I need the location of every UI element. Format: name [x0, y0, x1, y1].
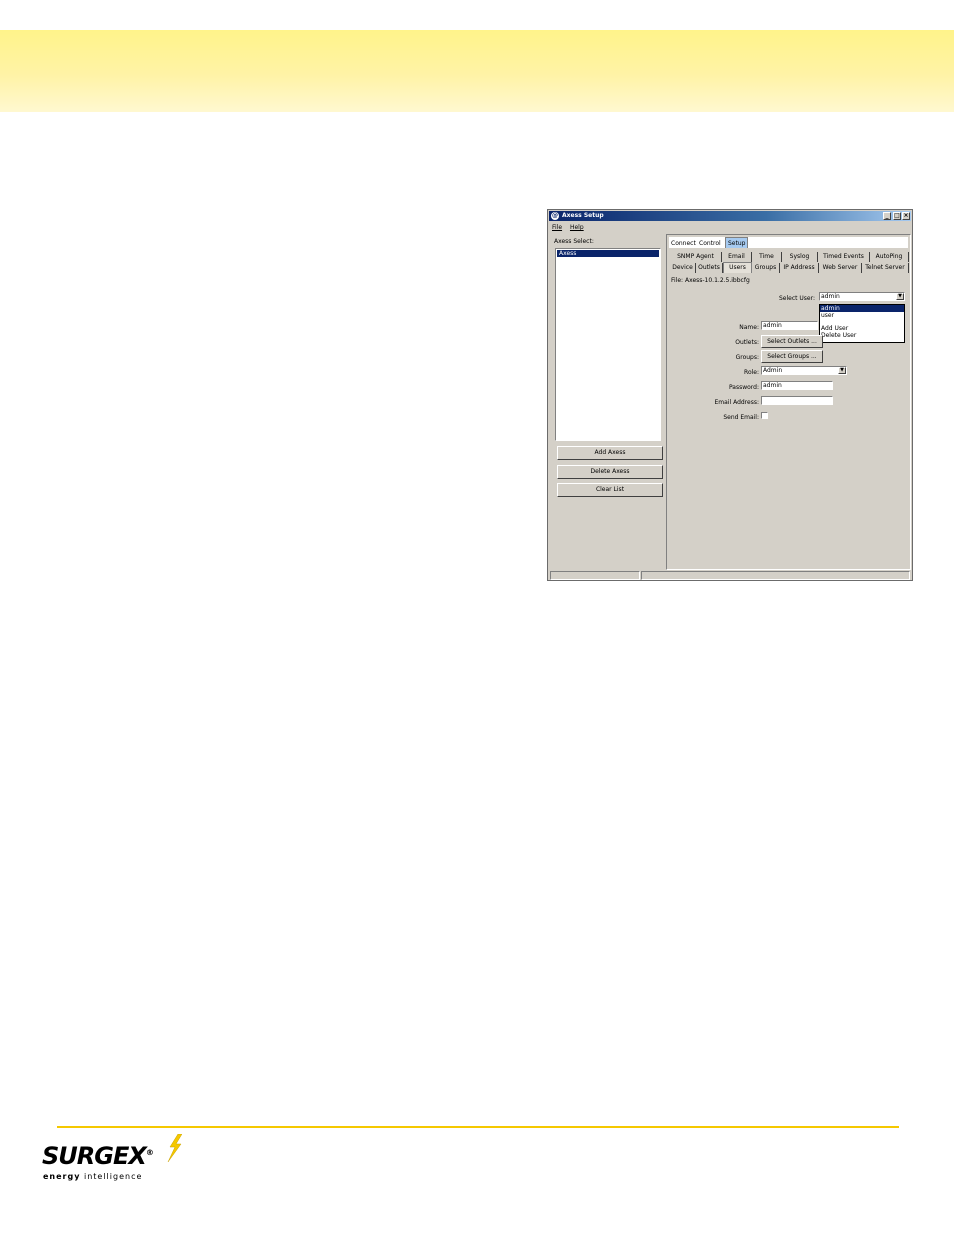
header-band: [0, 30, 954, 112]
tab-telnet-server[interactable]: Telnet Server: [862, 263, 909, 273]
surgex-logo: SURGEX® energy intelligence: [42, 1134, 192, 1186]
logo-tagline: energy intelligence: [43, 1172, 143, 1181]
delete-axess-button[interactable]: Delete Axess: [557, 465, 663, 479]
password-label: Password:: [728, 384, 759, 391]
top-tab-strip: Connect Control Setup: [669, 237, 908, 248]
dropdown-option-add-user[interactable]: Add User: [820, 325, 904, 332]
tab-connect[interactable]: Connect: [669, 239, 698, 248]
clear-list-button[interactable]: Clear List: [557, 483, 663, 497]
axess-select-label: Axess Select:: [554, 238, 594, 245]
setup-panel: Connect Control Setup SNMP Agent Email T…: [666, 234, 911, 570]
outlets-label: Outlets:: [735, 339, 759, 346]
name-label: Name:: [739, 324, 759, 331]
tab-device[interactable]: Device: [670, 263, 696, 273]
select-user-dropdown[interactable]: admin user Add User Delete User: [819, 304, 905, 343]
menu-bar: File Help: [552, 224, 590, 232]
footer-divider: [57, 1126, 899, 1128]
groups-label: Groups:: [735, 354, 759, 361]
tab-email[interactable]: Email: [722, 252, 752, 262]
dropdown-option-delete-user[interactable]: Delete User: [820, 332, 904, 339]
select-user-label: Select User:: [778, 295, 815, 302]
send-email-checkbox[interactable]: [761, 412, 768, 419]
menu-file[interactable]: File: [552, 224, 562, 231]
axess-setup-window: @ Axess Setup _ □ × File Help Axess Sele…: [547, 209, 913, 581]
axess-list[interactable]: Axess: [555, 248, 661, 441]
file-path: File: Axess-10.1.2.5.ibbcfg: [671, 277, 750, 284]
tab-autoping[interactable]: AutoPing: [870, 252, 909, 262]
title-bar[interactable]: @ Axess Setup _ □ ×: [549, 211, 911, 221]
tab-setup[interactable]: Setup: [725, 237, 749, 248]
chevron-down-icon[interactable]: ▼: [838, 367, 846, 374]
tab-time[interactable]: Time: [752, 252, 782, 262]
tab-syslog[interactable]: Syslog: [782, 252, 818, 262]
lightning-bolt-icon: [167, 1134, 182, 1162]
close-icon[interactable]: ×: [902, 212, 910, 220]
select-groups-button[interactable]: Select Groups ...: [761, 350, 823, 363]
tab-control[interactable]: Control: [697, 239, 723, 248]
logo-wordmark: SURGEX®: [42, 1142, 154, 1170]
role-value: Admin: [763, 367, 783, 374]
password-field[interactable]: admin: [761, 381, 833, 390]
role-combo[interactable]: Admin ▼: [761, 366, 847, 375]
send-email-label: Send Email:: [723, 414, 759, 421]
tab-groups[interactable]: Groups: [752, 263, 780, 273]
status-bar: [550, 571, 910, 580]
tab-row-1: SNMP Agent Email Time Syslog Timed Event…: [670, 252, 909, 262]
select-user-value: admin: [821, 293, 840, 300]
chevron-down-icon[interactable]: ▼: [896, 293, 904, 300]
app-icon: @: [551, 212, 559, 220]
tab-users[interactable]: Users: [723, 262, 752, 273]
role-label: Role:: [744, 369, 759, 376]
tab-outlets[interactable]: Outlets: [696, 263, 723, 273]
dropdown-option-user[interactable]: user: [820, 312, 904, 319]
dropdown-option-admin[interactable]: admin: [820, 305, 904, 312]
email-address-label: Email Address:: [714, 399, 759, 406]
menu-help[interactable]: Help: [570, 224, 584, 231]
tab-timed-events[interactable]: Timed Events: [818, 252, 870, 262]
window-title: Axess Setup: [562, 212, 604, 219]
add-axess-button[interactable]: Add Axess: [557, 446, 663, 460]
select-user-combo[interactable]: admin ▼: [819, 292, 905, 301]
status-cell-1: [550, 571, 640, 580]
status-cell-2: [641, 571, 910, 580]
email-address-field[interactable]: [761, 396, 833, 405]
tab-row-2: Device Outlets Users Groups IP Address W…: [670, 262, 909, 273]
tab-snmp-agent[interactable]: SNMP Agent: [670, 252, 722, 262]
list-item-axess[interactable]: Axess: [557, 250, 659, 257]
tab-ip-address[interactable]: IP Address: [780, 263, 819, 273]
tab-web-server[interactable]: Web Server: [819, 263, 862, 273]
select-outlets-button[interactable]: Select Outlets ...: [761, 335, 823, 348]
minimize-icon[interactable]: _: [883, 212, 891, 220]
maximize-icon[interactable]: □: [893, 212, 901, 220]
name-field[interactable]: admin: [761, 321, 818, 330]
